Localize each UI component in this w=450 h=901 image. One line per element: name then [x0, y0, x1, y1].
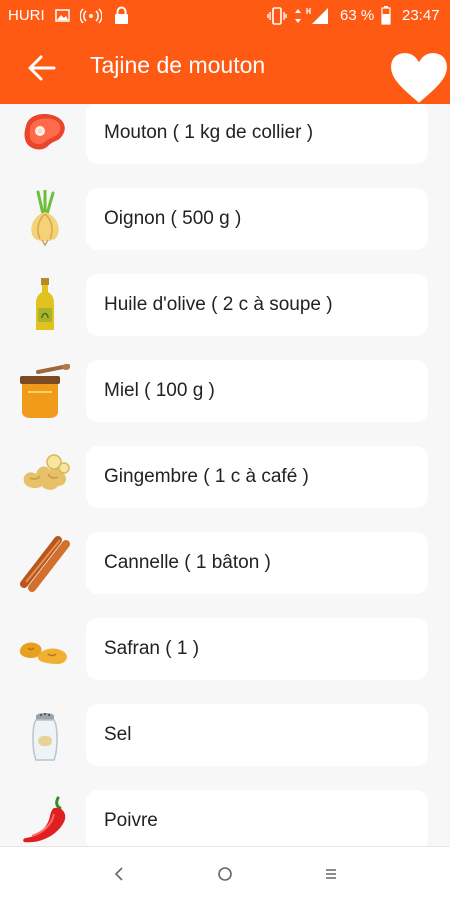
- app-bar: Tajine de mouton: [0, 32, 450, 104]
- nav-home-icon[interactable]: [217, 865, 233, 883]
- saffron-icon: [19, 642, 67, 664]
- list-item: Mouton ( 1 kg de collier ): [0, 104, 450, 170]
- favorite-heart-icon[interactable]: [388, 50, 450, 106]
- ingredient-label: Miel ( 100 g ): [104, 380, 215, 401]
- nav-back-icon[interactable]: [112, 865, 126, 883]
- pepper-icon: [23, 796, 66, 843]
- nav-menu-icon[interactable]: [324, 865, 338, 883]
- back-arrow-icon[interactable]: [26, 54, 58, 82]
- battery-icon: [381, 6, 391, 25]
- ingredient-label: Huile d'olive ( 2 c à soupe ): [104, 294, 333, 315]
- list-item: Cannelle ( 1 bâton ): [0, 526, 450, 600]
- ingredient-card[interactable]: Miel ( 100 g ): [86, 360, 428, 422]
- ingredient-card[interactable]: Gingembre ( 1 c à café ): [86, 446, 428, 508]
- ingredient-card[interactable]: Mouton ( 1 kg de collier ): [86, 104, 428, 164]
- data-arrows-icon: [295, 9, 301, 23]
- list-item: Oignon ( 500 g ): [0, 182, 450, 256]
- clock: 23:47: [402, 7, 440, 24]
- ingredient-label: Mouton ( 1 kg de collier ): [104, 122, 314, 143]
- ingredient-label: Poivre: [104, 810, 158, 831]
- list-item: Miel ( 100 g ): [0, 354, 450, 428]
- list-item: Poivre: [0, 784, 450, 846]
- meat-icon: [24, 114, 65, 150]
- ingredient-label: Sel: [104, 724, 132, 745]
- ingredient-card[interactable]: Sel: [86, 704, 428, 766]
- page-title: Tajine de mouton: [90, 52, 266, 78]
- list-item: Huile d'olive ( 2 c à soupe ): [0, 268, 450, 342]
- onion-icon: [31, 190, 59, 247]
- olive-oil-icon: [36, 278, 54, 330]
- ingredient-label: Oignon ( 500 g ): [104, 208, 242, 229]
- ginger-icon: [23, 454, 70, 490]
- ingredient-label: Cannelle ( 1 bâton ): [104, 552, 271, 573]
- salt-icon: [32, 713, 58, 761]
- status-bar: HURI 63 % 23:47: [0, 0, 450, 32]
- list-item: Sel: [0, 698, 450, 772]
- honey-icon: [20, 364, 70, 418]
- image-icon: [55, 9, 70, 22]
- ingredient-card[interactable]: Huile d'olive ( 2 c à soupe ): [86, 274, 428, 336]
- system-nav-bar: [0, 846, 450, 901]
- carrier-label: HURI: [8, 7, 45, 24]
- cinnamon-icon: [20, 536, 70, 592]
- list-item: Gingembre ( 1 c à café ): [0, 440, 450, 514]
- hotspot-icon: [80, 8, 102, 24]
- ingredient-card[interactable]: Safran ( 1 ): [86, 618, 428, 680]
- battery-percent: 63 %: [340, 7, 375, 24]
- ingredient-card[interactable]: Poivre: [86, 790, 428, 846]
- ingredient-label: Gingembre ( 1 c à café ): [104, 466, 309, 487]
- list-item: Safran ( 1 ): [0, 612, 450, 686]
- ingredient-card[interactable]: Oignon ( 500 g ): [86, 188, 428, 250]
- vibrate-icon: [267, 7, 287, 25]
- ingredient-list[interactable]: Mouton ( 1 kg de collier ) Oignon ( 500 …: [0, 104, 450, 846]
- ingredient-label: Safran ( 1 ): [104, 638, 200, 659]
- lock-icon: [115, 6, 128, 24]
- ingredient-card[interactable]: Cannelle ( 1 bâton ): [86, 532, 428, 594]
- signal-icon: [306, 8, 328, 24]
